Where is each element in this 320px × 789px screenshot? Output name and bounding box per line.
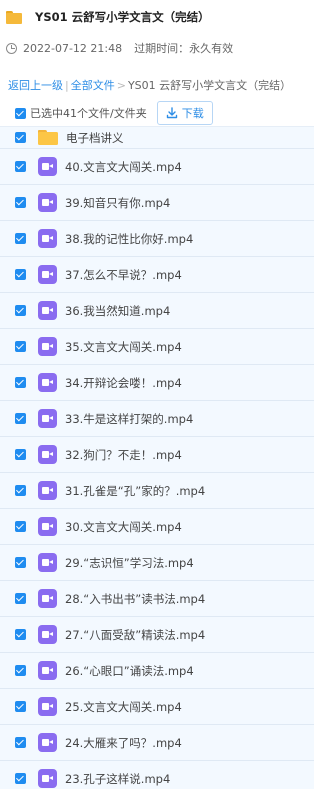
file-row[interactable]: 32.狗门？不走！.mp4 (0, 437, 314, 473)
folder-icon (6, 10, 22, 24)
all-files-link[interactable]: 全部文件 (71, 77, 115, 93)
selection-count: 已选中41个文件/文件夹 (30, 107, 147, 120)
file-row[interactable]: 33.牛是这样打架的.mp4 (0, 401, 314, 437)
row-checkbox[interactable] (15, 665, 26, 676)
file-name[interactable]: 24.大雁来了吗？.mp4 (65, 735, 182, 751)
video-file-icon (38, 229, 57, 248)
download-label: 下载 (181, 107, 204, 120)
row-checkbox[interactable] (15, 701, 26, 712)
share-header: YS01 云舒写小学文言文（完结） (0, 0, 314, 34)
created-time: 2022-07-12 21:48 (23, 41, 123, 55)
file-name[interactable]: 37.怎么不早说？.mp4 (65, 267, 182, 283)
video-file-icon (38, 697, 57, 716)
folder-row[interactable]: 电子档讲义 (0, 127, 314, 149)
file-name[interactable]: 27.“八面受敌”精读法.mp4 (65, 627, 205, 643)
file-row[interactable]: 34.开辩论会喽！.mp4 (0, 365, 314, 401)
file-row[interactable]: 37.怎么不早说？.mp4 (0, 257, 314, 293)
breadcrumb-current: YS01 云舒写小学文言文（完结） (127, 79, 292, 92)
file-name[interactable]: 40.文言文大闯关.mp4 (65, 159, 182, 175)
row-checkbox[interactable] (15, 521, 26, 532)
video-file-icon (38, 769, 57, 788)
file-row[interactable]: 27.“八面受敌”精读法.mp4 (0, 617, 314, 653)
video-file-icon (38, 337, 57, 356)
video-file-icon (38, 517, 57, 536)
folder-icon (38, 130, 58, 145)
row-checkbox[interactable] (15, 197, 26, 208)
file-name[interactable]: 32.狗门？不走！.mp4 (65, 447, 182, 463)
breadcrumb: 返回上一级 | 全部文件 > YS01 云舒写小学文言文（完结） (0, 70, 314, 100)
file-name[interactable]: 25.文言文大闯关.mp4 (65, 699, 182, 715)
video-file-icon (38, 157, 57, 176)
file-name[interactable]: 23.孔子这样说.mp4 (65, 771, 170, 787)
expiry-value: 永久有效 (189, 42, 234, 55)
row-checkbox[interactable] (15, 233, 26, 244)
video-file-icon (38, 625, 57, 644)
expiry-label: 过期时间： (134, 42, 190, 55)
video-file-icon (38, 409, 57, 428)
download-icon (166, 107, 177, 119)
file-name[interactable]: 36.我当然知道.mp4 (65, 303, 170, 319)
row-checkbox[interactable] (15, 773, 26, 784)
file-row[interactable]: 29.“志识恒”学习法.mp4 (0, 545, 314, 581)
file-name[interactable]: 38.我的记性比你好.mp4 (65, 231, 193, 247)
file-row[interactable]: 25.文言文大闯关.mp4 (0, 689, 314, 725)
row-checkbox[interactable] (15, 341, 26, 352)
row-checkbox[interactable] (15, 413, 26, 424)
back-link[interactable]: 返回上一级 (8, 77, 63, 93)
row-checkbox[interactable] (15, 737, 26, 748)
breadcrumb-separator: > (116, 78, 126, 92)
video-file-icon (38, 661, 57, 680)
file-name[interactable]: 29.“志识恒”学习法.mp4 (65, 555, 194, 571)
video-file-icon (38, 733, 57, 752)
video-file-icon (38, 553, 57, 572)
file-name[interactable]: 35.文言文大闯关.mp4 (65, 339, 182, 355)
file-row[interactable]: 23.孔子这样说.mp4 (0, 761, 314, 789)
video-file-icon (38, 589, 57, 608)
share-title: YS01 云舒写小学文言文（完结） (35, 10, 210, 24)
row-checkbox[interactable] (15, 377, 26, 388)
breadcrumb-separator: | (65, 78, 69, 92)
file-row[interactable]: 36.我当然知道.mp4 (0, 293, 314, 329)
row-checkbox[interactable] (15, 269, 26, 280)
share-meta: 2022-07-12 21:48 过期时间： 永久有效 (0, 34, 314, 62)
file-row[interactable]: 28.“入书出书”读书法.mp4 (0, 581, 314, 617)
file-row[interactable]: 39.知音只有你.mp4 (0, 185, 314, 221)
file-name[interactable]: 26.“心眼口”诵读法.mp4 (65, 663, 194, 679)
row-checkbox[interactable] (15, 485, 26, 496)
row-checkbox[interactable] (15, 132, 26, 143)
video-file-icon (38, 445, 57, 464)
video-file-icon (38, 265, 57, 284)
row-checkbox[interactable] (15, 593, 26, 604)
row-checkbox[interactable] (15, 629, 26, 640)
file-row[interactable]: 38.我的记性比你好.mp4 (0, 221, 314, 257)
row-checkbox[interactable] (15, 557, 26, 568)
file-row[interactable]: 31.孔雀是“孔”家的？.mp4 (0, 473, 314, 509)
file-name[interactable]: 34.开辩论会喽！.mp4 (65, 375, 182, 391)
file-name[interactable]: 39.知音只有你.mp4 (65, 195, 170, 211)
selection-toolbar: 已选中41个文件/文件夹 下载 (0, 100, 314, 126)
file-row[interactable]: 26.“心眼口”诵读法.mp4 (0, 653, 314, 689)
file-row[interactable]: 30.文言文大闯关.mp4 (0, 509, 314, 545)
download-button[interactable]: 下载 (156, 101, 213, 125)
file-name[interactable]: 30.文言文大闯关.mp4 (65, 519, 182, 535)
select-all-checkbox[interactable] (15, 107, 26, 119)
row-checkbox[interactable] (15, 161, 26, 172)
video-file-icon (38, 301, 57, 320)
file-row[interactable]: 24.大雁来了吗？.mp4 (0, 725, 314, 761)
file-name[interactable]: 33.牛是这样打架的.mp4 (65, 411, 193, 427)
file-list: 电子档讲义 40.文言文大闯关.mp4 39.知音只有你.mp4 38.我的记性比你好… (0, 126, 314, 789)
file-row[interactable]: 40.文言文大闯关.mp4 (0, 149, 314, 185)
row-checkbox[interactable] (15, 305, 26, 316)
file-name[interactable]: 电子档讲义 (66, 130, 124, 146)
row-checkbox[interactable] (15, 449, 26, 460)
file-row[interactable]: 35.文言文大闯关.mp4 (0, 329, 314, 365)
file-name[interactable]: 31.孔雀是“孔”家的？.mp4 (65, 483, 205, 499)
clock-icon (6, 42, 17, 54)
divider (0, 62, 314, 70)
file-name[interactable]: 28.“入书出书”读书法.mp4 (65, 591, 205, 607)
video-file-icon (38, 481, 57, 500)
video-file-icon (38, 373, 57, 392)
video-file-icon (38, 193, 57, 212)
